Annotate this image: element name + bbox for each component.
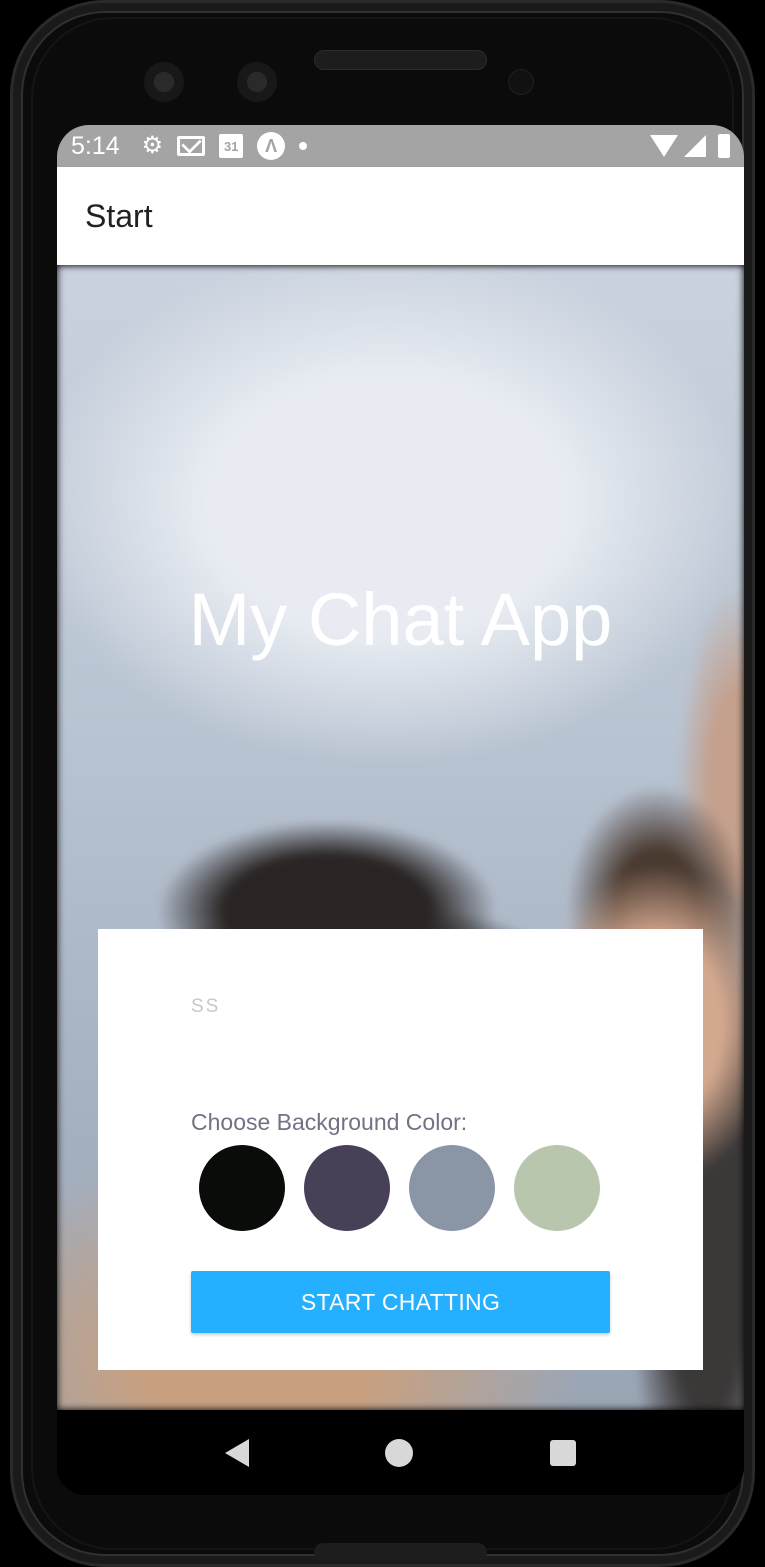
choose-color-label: Choose Background Color: bbox=[191, 1109, 468, 1135]
back-icon[interactable] bbox=[225, 1438, 250, 1467]
app-a-icon: Λ bbox=[257, 132, 286, 160]
dot-icon bbox=[299, 142, 308, 150]
start-form-card: Choose Background Color: START CHATTING bbox=[98, 929, 703, 1370]
app-bar-title: Start bbox=[85, 197, 153, 234]
mail-icon bbox=[177, 136, 206, 156]
battery-icon bbox=[718, 134, 730, 158]
start-chatting-button[interactable]: START CHATTING bbox=[191, 1271, 610, 1333]
phone-screen: 5:14 ⚙ 31 Λ Start My Chat App Choose Bac… bbox=[57, 125, 744, 1495]
signal-icon bbox=[684, 135, 706, 157]
color-swatch-green[interactable] bbox=[514, 1145, 600, 1231]
color-swatches bbox=[199, 1145, 600, 1231]
phone-frame: 5:14 ⚙ 31 Λ Start My Chat App Choose Bac… bbox=[10, 0, 755, 1567]
wifi-icon bbox=[650, 135, 678, 157]
bottom-speaker bbox=[314, 1543, 487, 1561]
color-swatch-gray-blue[interactable] bbox=[409, 1145, 495, 1231]
front-camera-left bbox=[144, 62, 184, 102]
gear-icon: ⚙ bbox=[141, 132, 164, 159]
status-time: 5:14 bbox=[71, 131, 120, 160]
app-title: My Chat App bbox=[188, 578, 613, 661]
proximity-sensor bbox=[508, 69, 534, 95]
front-camera-right bbox=[237, 62, 277, 102]
status-bar: 5:14 ⚙ 31 Λ bbox=[57, 125, 744, 167]
color-swatch-black[interactable] bbox=[199, 1145, 285, 1231]
color-swatch-purple[interactable] bbox=[304, 1145, 390, 1231]
calendar-icon: 31 bbox=[219, 134, 244, 158]
status-right-group bbox=[650, 134, 730, 158]
app-bar: Start bbox=[57, 167, 744, 265]
recents-icon[interactable] bbox=[549, 1439, 576, 1466]
name-input[interactable] bbox=[191, 989, 611, 1025]
earpiece-speaker bbox=[314, 50, 487, 70]
home-icon[interactable] bbox=[385, 1438, 414, 1467]
navigation-bar bbox=[57, 1410, 744, 1495]
